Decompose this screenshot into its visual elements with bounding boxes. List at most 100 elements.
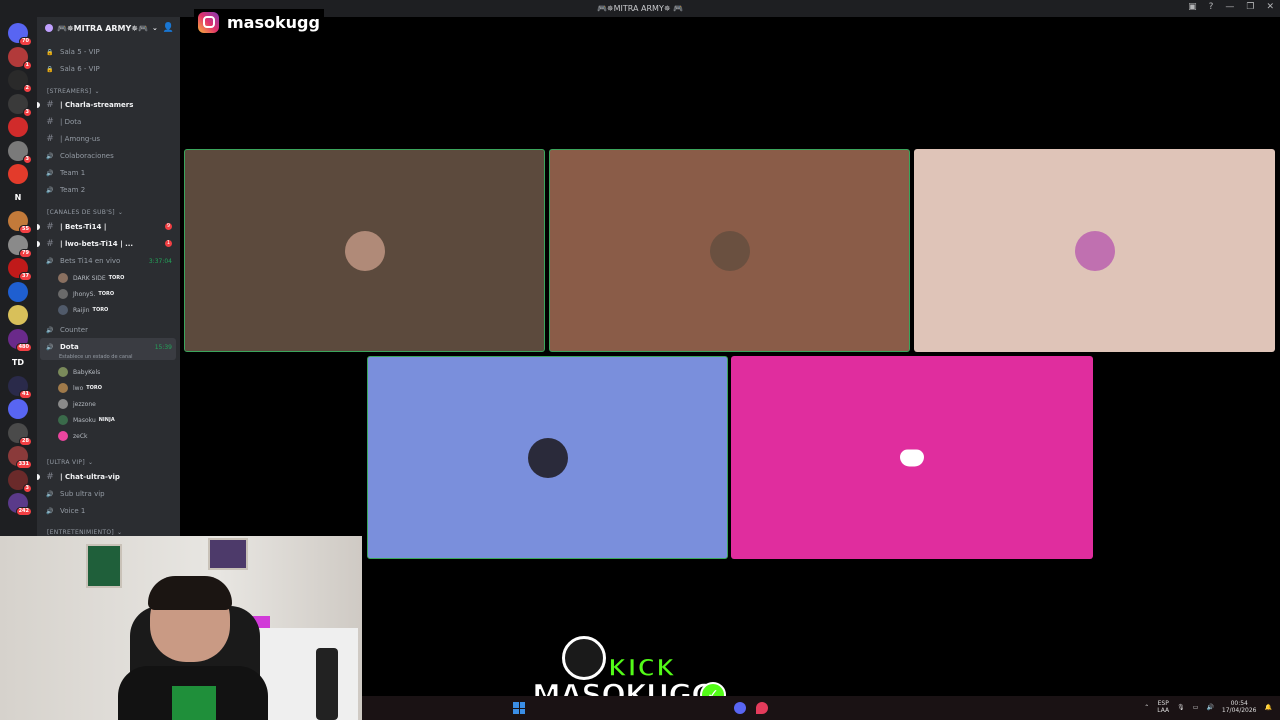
server-icon[interactable] xyxy=(8,305,28,325)
server-icon[interactable]: 3 xyxy=(8,469,32,493)
channel-name: Sala 5 - VIP xyxy=(60,48,100,56)
voice-channel[interactable]: 🔒 Sala 5 - VIP xyxy=(37,44,180,60)
minimize-button[interactable]: — xyxy=(1225,2,1234,12)
channel-name: Sala 6 - VIP xyxy=(60,65,100,73)
voice-participant[interactable]: Raijin TORO xyxy=(58,303,108,317)
chevron-down-icon: ⌄ xyxy=(117,208,124,216)
mention-badge: 9 xyxy=(165,223,172,230)
invite-people-icon[interactable]: 👤 xyxy=(163,23,174,33)
text-channel[interactable]: # | lwo-bets-Ti14 | ... 1 xyxy=(37,236,180,252)
clock[interactable]: 00:54 17/04/2026 xyxy=(1222,700,1257,714)
text-channel[interactable]: # | Chat-ultra-vip xyxy=(37,469,180,485)
server-header[interactable]: 🎮✵MITRA ARMY✵🎮 ⌄ 👤 xyxy=(37,17,180,39)
volume-icon[interactable]: 🔊 xyxy=(1206,704,1213,711)
video-tile[interactable] xyxy=(731,356,1093,559)
server-icon[interactable]: 331 xyxy=(8,446,32,469)
speaker-icon: 🔊 xyxy=(46,169,54,177)
server-icon[interactable] xyxy=(8,164,28,184)
hashtag-icon: # xyxy=(46,100,54,110)
channel-category[interactable]: [CANALES DE SUB'S] ⌄ xyxy=(37,204,180,220)
hashtag-icon: # xyxy=(46,239,54,249)
network-icon[interactable]: ▭ xyxy=(1193,704,1199,711)
server-icon[interactable]: N xyxy=(8,187,28,208)
video-tile[interactable] xyxy=(184,149,545,352)
windows-start-icon[interactable] xyxy=(513,702,525,714)
hashtag-icon: # xyxy=(46,117,54,127)
mention-badge: 55 xyxy=(19,225,32,234)
voice-participant[interactable]: lwo TORO xyxy=(58,381,102,395)
maximize-button[interactable]: ❐ xyxy=(1246,2,1254,12)
channel-category[interactable]: [ENTRETENIMIENTO] ⌄ xyxy=(37,524,180,536)
mention-badge: 3 xyxy=(22,154,32,164)
server-icon[interactable]: 37 xyxy=(8,258,32,281)
participant-name: BabyKels xyxy=(73,368,101,376)
discord-taskbar-icon[interactable] xyxy=(734,702,746,714)
channel-name: | lwo-bets-Ti14 | ... xyxy=(60,240,134,248)
server-icon[interactable]: 1 xyxy=(8,46,32,70)
channel-name: | Charla-streamers xyxy=(60,101,134,109)
server-icon[interactable]: 28 xyxy=(8,422,32,446)
channel-name: | Chat-ultra-vip xyxy=(60,473,120,481)
text-channel[interactable]: # | Dota xyxy=(37,114,180,130)
unread-indicator xyxy=(37,474,40,480)
server-icon[interactable]: 2 xyxy=(8,70,32,93)
voice-participant[interactable]: Masoku NINJA xyxy=(58,413,115,427)
microphone-icon[interactable]: 🎙 xyxy=(1177,704,1185,711)
voice-channel[interactable]: 🔊 Team 1 xyxy=(37,165,180,181)
close-button[interactable]: ✕ xyxy=(1266,2,1274,12)
video-tile[interactable] xyxy=(914,149,1275,352)
mention-badge: 37 xyxy=(19,272,32,281)
avatar xyxy=(58,305,68,315)
video-tile[interactable] xyxy=(549,149,910,352)
mention-badge: 1 xyxy=(22,60,32,70)
inbox-icon[interactable]: ▣ xyxy=(1188,2,1197,12)
voice-channel[interactable]: 🔊 Voice 1 xyxy=(37,503,180,519)
server-icon xyxy=(45,24,53,32)
server-icon[interactable] xyxy=(8,281,28,302)
mention-badge: 3 xyxy=(22,483,32,493)
text-channel[interactable]: # | Bets-Ti14 | 9 xyxy=(37,219,180,235)
server-icon[interactable] xyxy=(8,117,28,137)
voice-channel[interactable]: 🔊 Team 2 xyxy=(37,182,180,198)
mention-badge: 242 xyxy=(15,507,32,516)
voice-participant[interactable]: zeCk xyxy=(58,429,88,443)
video-tile[interactable] xyxy=(367,356,728,559)
server-icon[interactable] xyxy=(8,399,28,419)
server-icon[interactable]: 242 xyxy=(8,493,32,516)
text-channel[interactable]: # | Charla-streamers xyxy=(37,97,180,113)
voice-participant[interactable]: jezzone xyxy=(58,397,96,411)
speaker-icon: 🔊 xyxy=(46,186,54,194)
instagram-overlay: masokugg xyxy=(194,9,324,35)
mention-badge: 28 xyxy=(19,436,32,446)
help-icon[interactable]: ? xyxy=(1209,2,1214,12)
pin-taskbar-icon[interactable] xyxy=(756,702,768,714)
channel-category[interactable]: [ULTRA VIP] ⌄ xyxy=(37,454,180,470)
voice-participant[interactable]: JhonyS. TORO xyxy=(58,287,114,301)
voice-channel[interactable]: 🔊 Bets Ti14 en vivo 3:37:04 xyxy=(37,253,180,269)
server-icon[interactable]: 79 xyxy=(8,234,32,258)
hashtag-icon: # xyxy=(46,472,54,482)
channel-name: Team 1 xyxy=(60,169,86,177)
server-icon[interactable]: 3 xyxy=(8,93,32,117)
voice-channel[interactable]: 🔊 Colaboraciones xyxy=(37,148,180,164)
unread-indicator xyxy=(37,241,40,247)
speaker-icon: 🔊 xyxy=(46,490,54,498)
notification-bell-icon[interactable]: 🔔 xyxy=(1265,704,1272,711)
server-icon[interactable]: 3 xyxy=(8,140,32,164)
participant-name: jezzone xyxy=(73,400,96,408)
language-indicator[interactable]: ESP LAA xyxy=(1157,700,1169,714)
server-icon[interactable]: 480 xyxy=(8,328,32,352)
server-icon[interactable]: 55 xyxy=(8,211,32,234)
voice-channel[interactable]: 🔊 Sub ultra vip xyxy=(37,486,180,502)
voice-participant[interactable]: BabyKels xyxy=(58,365,100,379)
voice-participant[interactable]: DARK SIDE TORO xyxy=(58,271,124,285)
windows-taskbar: ⌃ ESP LAA 🎙 ▭ 🔊 00:54 17/04/2026 🔔 xyxy=(362,696,1280,720)
server-icon[interactable]: TD xyxy=(8,352,28,372)
text-channel[interactable]: # | Among-us xyxy=(37,131,180,147)
participant-name: zeCk xyxy=(73,432,88,440)
server-icon[interactable]: 41 xyxy=(8,375,32,399)
voice-channel[interactable]: 🔊 Counter xyxy=(37,322,180,338)
chevron-up-icon[interactable]: ⌃ xyxy=(1144,704,1149,711)
server-icon[interactable]: 70 xyxy=(8,23,32,46)
voice-channel[interactable]: 🔒 Sala 6 - VIP xyxy=(37,61,180,77)
